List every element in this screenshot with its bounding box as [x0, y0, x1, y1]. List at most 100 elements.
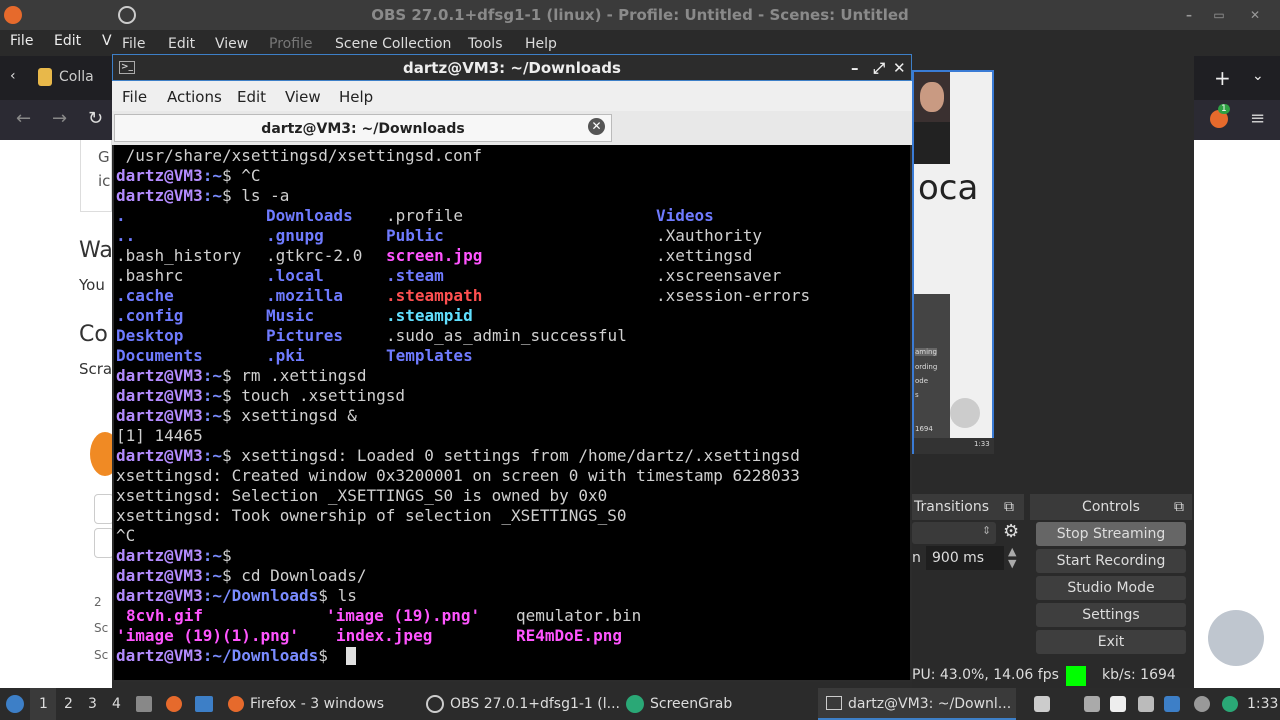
prompt-host: dartz@VM3: [116, 386, 203, 405]
exit-button[interactable]: Exit: [1036, 630, 1186, 654]
settings-button[interactable]: Settings: [1036, 603, 1186, 627]
maximize-icon[interactable]: ⤢: [873, 55, 885, 82]
terminal-title-bar[interactable]: >_ dartz@VM3: ~/Downloads – ⤢ ✕: [112, 54, 912, 81]
terminal-menu-edit[interactable]: Edit: [237, 88, 266, 106]
dark-mode-toggle-icon[interactable]: [1208, 610, 1264, 666]
browser-tab-label[interactable]: Colla: [59, 69, 94, 85]
task-obs[interactable]: OBS 27.0.1+dfsg1-1 (l...: [420, 688, 620, 720]
browser-menu-file[interactable]: File: [10, 33, 33, 49]
clock[interactable]: 1:33: [1247, 696, 1278, 712]
web-page-left: G ic Wa You Co Scra 2 Sc Sc: [0, 140, 120, 688]
transition-settings-gear-icon[interactable]: ⚙: [1003, 521, 1019, 542]
terminal-menubar: File Actions Edit View Help: [112, 81, 912, 111]
workspace-3[interactable]: 3: [88, 696, 97, 712]
firefox-launcher-icon[interactable]: [166, 696, 182, 712]
obs-menu-scene-collection[interactable]: Scene Collection: [335, 36, 451, 52]
obs-menubar: File Edit View Profile Scene Collection …: [112, 30, 1280, 56]
display-icon[interactable]: [1138, 696, 1154, 712]
obs-window-title: OBS 27.0.1+dfsg1-1 (linux) - Profile: Un…: [371, 6, 909, 24]
close-icon[interactable]: ✕: [893, 55, 906, 82]
terminal-menu-actions[interactable]: Actions: [167, 88, 222, 106]
task-terminal[interactable]: dartz@VM3: ~/Downl...: [818, 688, 1016, 720]
tab-list-chevron-icon[interactable]: ⌄: [1252, 68, 1264, 84]
ls-entry: 'image (19).png': [326, 606, 481, 625]
forward-icon[interactable]: →: [52, 108, 67, 129]
tray-window-icon[interactable]: [1034, 696, 1050, 712]
terminal-menu-view[interactable]: View: [285, 88, 321, 106]
terminal-window-title: dartz@VM3: ~/Downloads: [403, 59, 621, 77]
obs-preview[interactable]: oca aming ording ode s 1694 1:33: [912, 70, 994, 454]
browser-menubar: File Edit V: [0, 30, 112, 56]
web-button[interactable]: [94, 528, 114, 558]
workspace-4[interactable]: 4: [112, 696, 121, 712]
back-icon[interactable]: ←: [16, 108, 31, 129]
tab-close-icon[interactable]: ✕: [588, 118, 605, 135]
workspace-2[interactable]: 2: [64, 696, 73, 712]
ls-entry: .steampid: [386, 306, 473, 325]
obs-menu-tools[interactable]: Tools: [468, 36, 503, 52]
undock-icon[interactable]: ⧉: [1004, 494, 1014, 520]
web-button[interactable]: [94, 494, 114, 524]
file-manager-icon[interactable]: [136, 696, 152, 712]
command-text: $ ^C: [221, 166, 261, 185]
clipboard-icon[interactable]: [1110, 696, 1126, 712]
network-icon[interactable]: [1164, 696, 1180, 712]
reload-icon[interactable]: ↻: [88, 108, 103, 129]
tab-favicon-icon: [38, 68, 52, 86]
screengrab-tray-icon[interactable]: [1222, 696, 1238, 712]
volume-icon[interactable]: [1084, 696, 1100, 712]
start-menu-icon[interactable]: [6, 695, 24, 713]
start-recording-button[interactable]: Start Recording: [1036, 549, 1186, 573]
web-link[interactable]: Sc: [94, 621, 108, 635]
web-link[interactable]: Sc: [94, 648, 108, 662]
scroll-tabs-left-icon[interactable]: ‹: [10, 68, 16, 84]
transition-select[interactable]: ⇕: [912, 522, 996, 544]
web-page-right: [1194, 140, 1280, 688]
duration-stepper-icon[interactable]: ▲ ▼: [1008, 546, 1016, 570]
stop-streaming-button[interactable]: Stop Streaming: [1036, 522, 1186, 546]
workspace-1[interactable]: 1: [39, 696, 48, 712]
undock-icon[interactable]: ⧉: [1174, 494, 1184, 520]
new-tab-icon[interactable]: +: [1214, 66, 1231, 90]
obs-tray-icon[interactable]: [1194, 696, 1210, 712]
duration-input[interactable]: 900 ms: [926, 546, 1004, 570]
ls-entry: Pictures: [266, 326, 344, 345]
controls-dock-title: Controls ⧉: [1030, 494, 1192, 520]
command-text: $ touch .xsettingsd: [221, 386, 405, 405]
terminal-menu-help[interactable]: Help: [339, 88, 373, 106]
terminal-icon: [826, 696, 842, 710]
close-icon[interactable]: ✕: [1248, 8, 1262, 22]
desktop-icon[interactable]: [195, 696, 213, 712]
hamburger-menu-icon[interactable]: ≡: [1250, 108, 1265, 129]
ls-entry: .sudo_as_admin_successful: [386, 326, 627, 345]
ls-entry: .cache: [116, 286, 174, 305]
browser-menu-view[interactable]: V: [102, 33, 112, 49]
browser-menu-edit[interactable]: Edit: [54, 33, 81, 49]
minimize-icon[interactable]: –: [851, 55, 859, 82]
terminal-line: dartz@VM3:~$ rm .xettingsd: [116, 366, 366, 386]
obs-title-bar[interactable]: OBS 27.0.1+dfsg1-1 (linux) - Profile: Un…: [0, 0, 1280, 30]
terminal-line: /usr/share/xsettingsd/xsettingsd.conf: [116, 146, 483, 165]
task-screengrab[interactable]: ScreenGrab: [620, 688, 816, 720]
task-label: dartz@VM3: ~/Downl...: [848, 696, 1012, 712]
terminal-menu-file[interactable]: File: [122, 88, 147, 106]
browser-nav-bar-right: 1 ≡: [1194, 100, 1280, 140]
terminal-line: dartz@VM3:~/Downloads$ ls: [116, 586, 357, 606]
bitrate-status: kb/s: 1694: [1102, 667, 1176, 683]
prompt-path: :~: [202, 166, 222, 185]
terminal-app-icon: >_: [119, 61, 135, 74]
obs-menu-profile[interactable]: Profile: [269, 36, 313, 52]
transitions-title: Transitions: [914, 499, 989, 515]
studio-mode-button[interactable]: Studio Mode: [1036, 576, 1186, 600]
maximize-icon[interactable]: ▭: [1212, 8, 1226, 22]
terminal-line: dartz@VM3:~$ ls -a: [116, 186, 289, 206]
obs-menu-help[interactable]: Help: [525, 36, 557, 52]
obs-menu-view[interactable]: View: [215, 36, 248, 52]
obs-menu-edit[interactable]: Edit: [168, 36, 195, 52]
task-firefox[interactable]: Firefox - 3 windows: [220, 688, 416, 720]
terminal-tab[interactable]: dartz@VM3: ~/Downloads: [114, 114, 612, 142]
terminal-output[interactable]: /usr/share/xsettingsd/xsettingsd.conf da…: [112, 145, 912, 682]
ls-entry: RE4mDoE.png: [516, 626, 622, 645]
minimize-icon[interactable]: –: [1182, 8, 1196, 22]
obs-menu-file[interactable]: File: [122, 36, 145, 52]
